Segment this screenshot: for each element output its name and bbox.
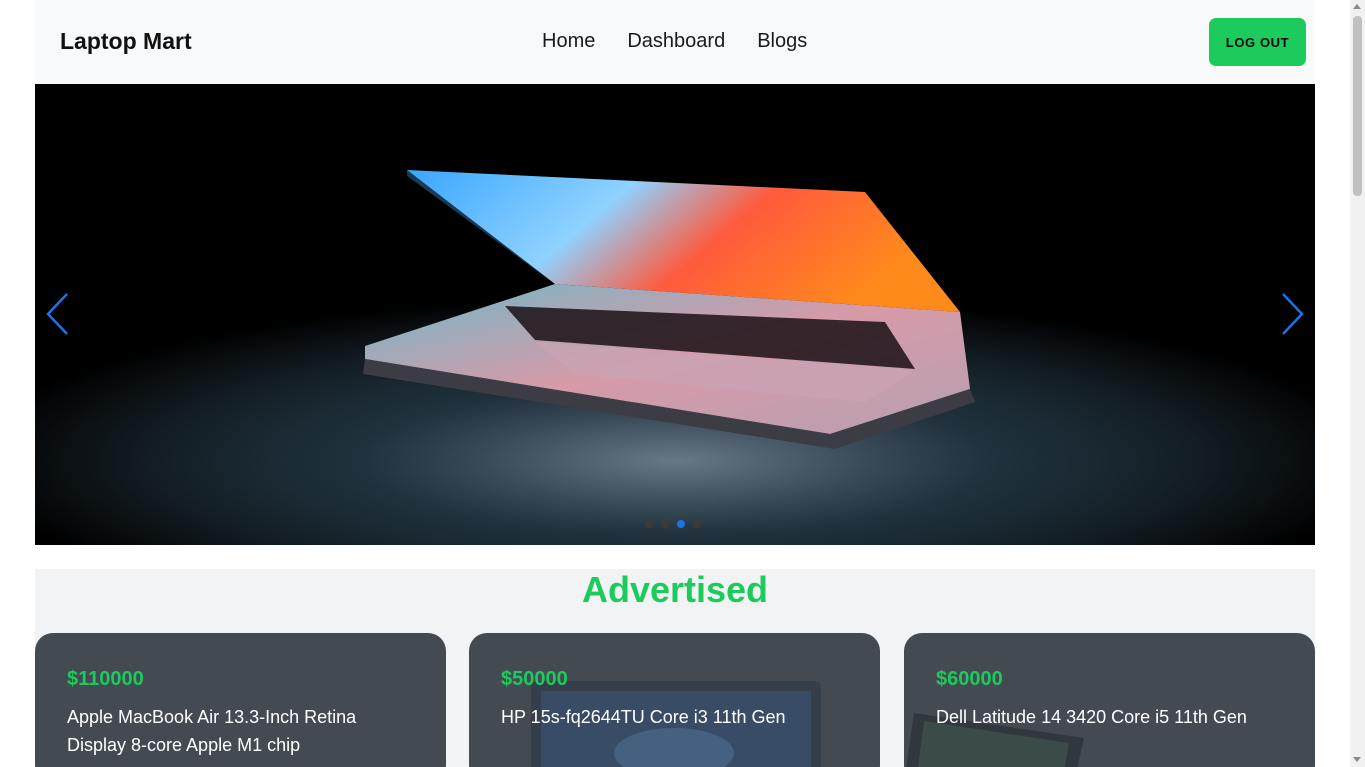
product-name: HP 15s-fq2644TU Core i3 11th Gen bbox=[501, 707, 786, 727]
nav-dashboard[interactable]: Dashboard bbox=[627, 30, 725, 53]
page-scrollbar[interactable] bbox=[1350, 0, 1365, 767]
product-card[interactable]: $110000 Apple MacBook Air 13.3-Inch Reti… bbox=[35, 633, 446, 767]
scrollbar-thumb[interactable] bbox=[1353, 16, 1362, 196]
product-image bbox=[906, 713, 1084, 767]
carousel-dot-1[interactable] bbox=[645, 520, 653, 528]
chevron-right-icon[interactable] bbox=[1276, 291, 1306, 337]
product-price: $110000 bbox=[67, 668, 144, 690]
nav-links: Home Dashboard Blogs bbox=[542, 30, 807, 53]
product-price: $60000 bbox=[936, 668, 1003, 690]
chevron-left-icon[interactable] bbox=[44, 291, 74, 337]
carousel-dot-4[interactable] bbox=[693, 520, 701, 528]
brand-logo[interactable]: Laptop Mart bbox=[60, 28, 192, 55]
product-card[interactable]: $50000 HP 15s-fq2644TU Core i3 11th Gen bbox=[469, 633, 880, 767]
product-price: $50000 bbox=[501, 668, 568, 690]
scroll-up-icon[interactable] bbox=[1353, 4, 1361, 9]
logout-button[interactable]: LOG OUT bbox=[1209, 18, 1306, 66]
hero-carousel bbox=[35, 84, 1315, 545]
nav-home[interactable]: Home bbox=[542, 30, 595, 53]
product-name: Apple MacBook Air 13.3-Inch Retina Displ… bbox=[67, 707, 357, 755]
section-title: Advertised bbox=[581, 569, 769, 610]
product-name: Dell Latitude 14 3420 Core i5 11th Gen bbox=[936, 707, 1247, 727]
carousel-indicators bbox=[645, 520, 701, 528]
product-image bbox=[531, 681, 821, 767]
advertised-section: Advertised $110000 Apple MacBook Air 13.… bbox=[35, 569, 1315, 767]
carousel-dot-3[interactable] bbox=[677, 520, 685, 528]
carousel-dot-2[interactable] bbox=[661, 520, 669, 528]
nav-blogs[interactable]: Blogs bbox=[757, 30, 807, 53]
product-card[interactable]: $60000 Dell Latitude 14 3420 Core i5 11t… bbox=[904, 633, 1315, 767]
navbar: Laptop Mart Home Dashboard Blogs LOG OUT bbox=[35, 0, 1315, 84]
hero-laptop-image bbox=[35, 84, 1315, 545]
scroll-down-icon[interactable] bbox=[1353, 757, 1361, 762]
